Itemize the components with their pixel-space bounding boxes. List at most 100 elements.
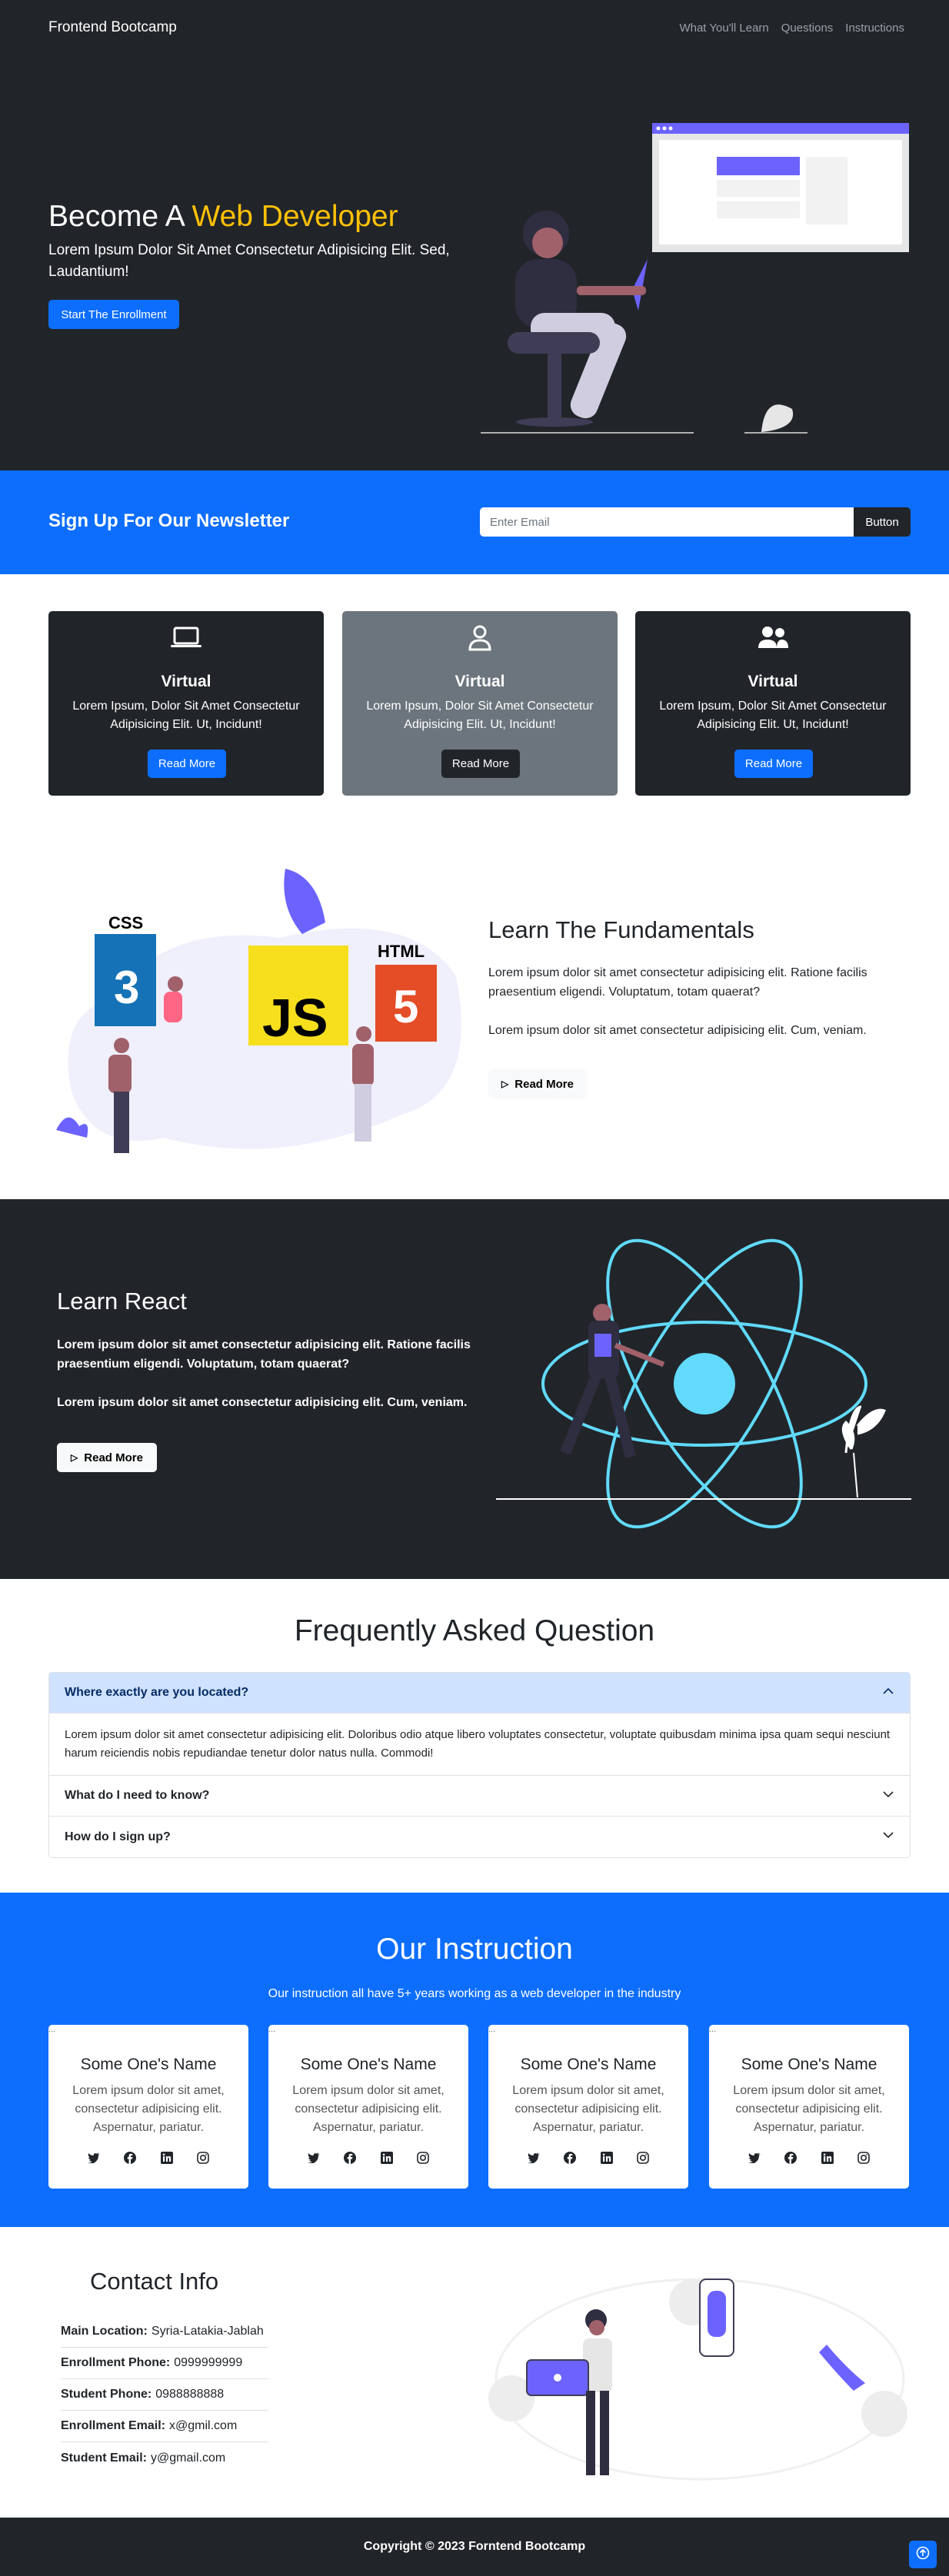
twitter-icon[interactable] [87, 2151, 101, 2165]
feature-card: Virtual Lorem Ipsum, Dolor Sit Amet Cons… [342, 611, 618, 796]
linkedin-icon[interactable] [600, 2151, 614, 2165]
instructor-card: ... Some One's Name Lorem ipsum dolor si… [488, 2025, 688, 2189]
chevron-up-icon [882, 1685, 894, 1701]
contact-row: Main Location: Syria-Latakia-Jablah [61, 2316, 268, 2348]
nav-link-learn[interactable]: What You'll Learn [679, 22, 768, 35]
contact-label: Enrollment Phone: [61, 2356, 171, 2369]
accordion-question: How do I sign up? [65, 1830, 171, 1843]
twitter-icon[interactable] [527, 2151, 541, 2165]
accordion-question: Where exactly are you located? [65, 1686, 249, 1699]
instagram-icon[interactable] [416, 2151, 430, 2165]
footer: Copyright © 2023 Forntend Bootcamp [0, 2518, 949, 2576]
email-input[interactable]: Enter Email [480, 507, 854, 537]
nav-link-instructions[interactable]: Instructions [845, 22, 904, 35]
card-text: Lorem Ipsum, Dolor Sit Amet Consectetur … [659, 700, 887, 731]
fundamentals-read-more-label: Read More [514, 1077, 574, 1091]
hero-illustration [481, 123, 909, 434]
newsletter-submit-button[interactable]: Button [854, 507, 911, 537]
css-logo-text: CSS [108, 913, 143, 932]
instructor-bio: Lorem ipsum dolor sit amet, consectetur … [72, 2084, 225, 2134]
fundamentals-paragraph-2: Lorem ipsum dolor sit amet consectetur a… [488, 1024, 867, 1037]
enroll-button[interactable]: Start The Enrollment [48, 300, 179, 329]
accordion-header[interactable]: What do I need to know? [49, 1776, 910, 1816]
back-to-top-button[interactable] [909, 2541, 937, 2568]
contact-title: Contact Info [90, 2268, 219, 2295]
brand-logo[interactable]: Frontend Bootcamp [48, 19, 177, 36]
js-logo-text: JS [262, 988, 328, 1048]
contact-value: Syria-Latakia-Jablah [151, 2325, 264, 2338]
linkedin-icon[interactable] [821, 2151, 834, 2165]
contact-row: Enrollment Email: x@gmil.com [61, 2411, 268, 2442]
contact-value: 0988888888 [155, 2388, 225, 2401]
facebook-icon[interactable] [123, 2151, 137, 2165]
hero-title: Become A Web Developer [48, 200, 398, 234]
person-icon [461, 622, 498, 656]
fundamentals-read-more-button[interactable]: ▷ Read More [488, 1069, 587, 1099]
accordion-header[interactable]: How do I sign up? [49, 1816, 910, 1857]
instagram-icon[interactable] [636, 2151, 650, 2165]
fundamentals-paragraph-1: Lorem ipsum dolor sit amet consectetur a… [488, 966, 867, 999]
nav-links: What You'll Learn Questions Instructions [679, 22, 904, 35]
instruction-subtitle: Our instruction all have 5+ years workin… [268, 1987, 681, 2000]
card-text: Lorem Ipsum, Dolor Sit Amet Consectetur … [366, 700, 594, 731]
newsletter-section: Sign Up For Our Newsletter Enter Email B… [0, 470, 949, 574]
instructor-name: Some One's Name [300, 2056, 437, 2073]
instructor-bio: Lorem ipsum dolor sit amet, consectetur … [292, 2084, 445, 2134]
react-paragraph-2: Lorem ipsum dolor sit amet consectetur a… [57, 1396, 468, 1409]
linkedin-icon[interactable] [380, 2151, 394, 2165]
navbar: Frontend Bootcamp What You'll Learn Ques… [0, 0, 949, 55]
contact-value: 0999999999 [174, 2356, 243, 2369]
linkedin-icon[interactable] [160, 2151, 174, 2165]
read-more-button[interactable]: Read More [734, 750, 813, 778]
instagram-icon[interactable] [196, 2151, 210, 2165]
read-more-button[interactable]: Read More [441, 750, 520, 778]
instructor-bio: Lorem ipsum dolor sit amet, consectetur … [512, 2084, 664, 2134]
read-more-button[interactable]: Read More [148, 750, 226, 778]
twitter-icon[interactable] [307, 2151, 321, 2165]
facebook-icon[interactable] [784, 2151, 797, 2165]
accordion-answer: Lorem ipsum dolor sit amet consectetur a… [65, 1728, 891, 1760]
instruction-title: Our Instruction [376, 1933, 573, 1966]
react-paragraph-1: Lorem ipsum dolor sit amet consectetur a… [57, 1338, 471, 1371]
social-links [748, 2151, 871, 2165]
contact-illustration [488, 2278, 907, 2481]
chevron-down-icon [882, 1829, 894, 1845]
accordion-header-open[interactable]: Where exactly are you located? [49, 1673, 910, 1713]
accordion-question: What do I need to know? [65, 1789, 210, 1802]
fundamentals-title: Learn The Fundamentals [488, 916, 754, 943]
twitter-icon[interactable] [748, 2151, 761, 2165]
social-links [307, 2151, 430, 2165]
svg-text:5: 5 [393, 981, 418, 1032]
nav-link-questions[interactable]: Questions [781, 22, 834, 35]
html-logo-text: HTML [378, 942, 425, 961]
contact-value: y@gmail.com [151, 2451, 226, 2465]
instruction-section: Our Instruction Our instruction all have… [0, 1893, 949, 2227]
react-title: Learn React [57, 1288, 187, 1315]
facebook-icon[interactable] [343, 2151, 357, 2165]
react-illustration [496, 1238, 911, 1529]
card-title: Virtual [748, 673, 798, 690]
broken-image-icon: ... [709, 2025, 717, 2034]
instructor-name: Some One's Name [520, 2056, 657, 2073]
social-links [527, 2151, 650, 2165]
hero-title-prefix: Become A [48, 200, 184, 233]
contact-row: Student Email: y@gmail.com [61, 2442, 268, 2474]
card-title: Virtual [161, 673, 211, 690]
contact-label: Student Phone: [61, 2388, 152, 2401]
react-read-more-button[interactable]: ▷ Read More [57, 1443, 157, 1472]
instructor-name: Some One's Name [741, 2056, 877, 2073]
contact-label: Main Location: [61, 2325, 148, 2338]
instructor-bio: Lorem ipsum dolor sit amet, consectetur … [733, 2084, 885, 2134]
copyright-text: Copyright © 2023 Forntend Bootcamp [363, 2540, 586, 2553]
chevron-down-icon [882, 1788, 894, 1804]
broken-image-icon: ... [268, 2025, 276, 2034]
card-title: Virtual [455, 673, 505, 690]
play-icon: ▷ [71, 1452, 78, 1463]
instagram-icon[interactable] [857, 2151, 871, 2165]
social-links [87, 2151, 210, 2165]
hero-title-accent: Web Developer [191, 200, 398, 233]
instructor-card: ... Some One's Name Lorem ipsum dolor si… [48, 2025, 248, 2189]
feature-card: Virtual Lorem Ipsum, Dolor Sit Amet Cons… [635, 611, 911, 796]
facebook-icon[interactable] [563, 2151, 577, 2165]
instructor-card: ... Some One's Name Lorem ipsum dolor si… [709, 2025, 909, 2189]
